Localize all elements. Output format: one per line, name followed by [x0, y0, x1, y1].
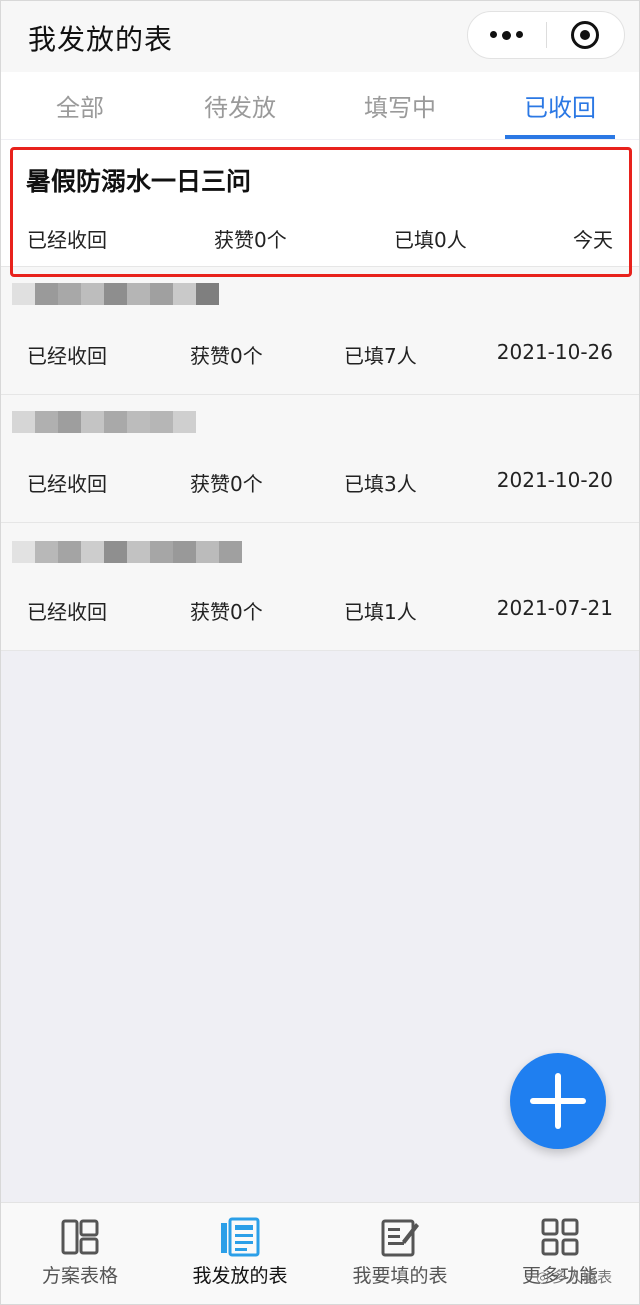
more-button[interactable] [468, 12, 546, 58]
item-date: 2021-07-21 [496, 596, 613, 620]
mini-program-capsule [467, 11, 625, 59]
nav-header: 我发放的表 [0, 0, 640, 72]
item-likes: 获赞0个 [190, 600, 263, 624]
list-item[interactable]: 已经收回 获赞0个 已填1人 2021-07-21 [0, 523, 640, 651]
add-form-button[interactable] [510, 1053, 606, 1149]
document-list-icon [221, 1217, 260, 1257]
nav-item-to-fill[interactable]: 我要填的表 [320, 1203, 480, 1305]
status-tabs: 全部 待发放 填写中 已收回 [0, 72, 640, 139]
edit-form-icon [381, 1219, 419, 1257]
item-date: 2021-10-20 [496, 468, 613, 492]
nav-item-my-issued[interactable]: 我发放的表 [160, 1203, 320, 1305]
page-title: 我发放的表 [28, 23, 174, 56]
item-status: 已经收回 [27, 472, 107, 496]
tab-filling[interactable]: 填写中 [320, 72, 480, 139]
watermark-text: 多人填表 [552, 1268, 613, 1286]
watermark: ◎ 多人填表 [536, 1266, 612, 1287]
item-likes: 获赞0个 [190, 472, 263, 496]
nav-label: 我要填的表 [352, 1265, 448, 1287]
more-dots-icon [490, 30, 524, 40]
item-status: 已经收回 [27, 600, 107, 624]
item-likes: 获赞0个 [190, 344, 263, 368]
layout-icon [61, 1219, 99, 1255]
tab-pending[interactable]: 待发放 [160, 72, 320, 139]
item-date: 2021-10-26 [496, 340, 613, 364]
nav-item-more[interactable]: 更多功能 [480, 1203, 640, 1305]
highlight-box [10, 147, 632, 277]
close-button[interactable] [547, 12, 625, 58]
item-filled-count: 已填3人 [344, 472, 417, 496]
item-filled-count: 已填7人 [344, 344, 417, 368]
list-item[interactable]: 已经收回 获赞0个 已填7人 2021-10-26 [0, 267, 640, 395]
target-icon [571, 21, 600, 49]
grid-icon [541, 1218, 579, 1256]
item-status: 已经收回 [27, 344, 107, 368]
blurred-title [12, 283, 219, 305]
nav-label: 我发放的表 [192, 1265, 288, 1287]
tab-collected[interactable]: 已收回 [480, 72, 640, 139]
wechat-icon: ◎ [536, 1267, 550, 1286]
nav-item-plan-forms[interactable]: 方案表格 [0, 1203, 160, 1305]
nav-label: 方案表格 [41, 1265, 118, 1287]
item-filled-count: 已填1人 [344, 600, 417, 624]
bottom-nav: 方案表格 我发放的表 我要填的表 更多功能 [0, 1202, 640, 1305]
list-item[interactable]: 已经收回 获赞0个 已填3人 2021-10-20 [0, 395, 640, 523]
blurred-title [12, 411, 196, 433]
tab-all[interactable]: 全部 [0, 72, 160, 139]
blurred-title [12, 541, 242, 563]
